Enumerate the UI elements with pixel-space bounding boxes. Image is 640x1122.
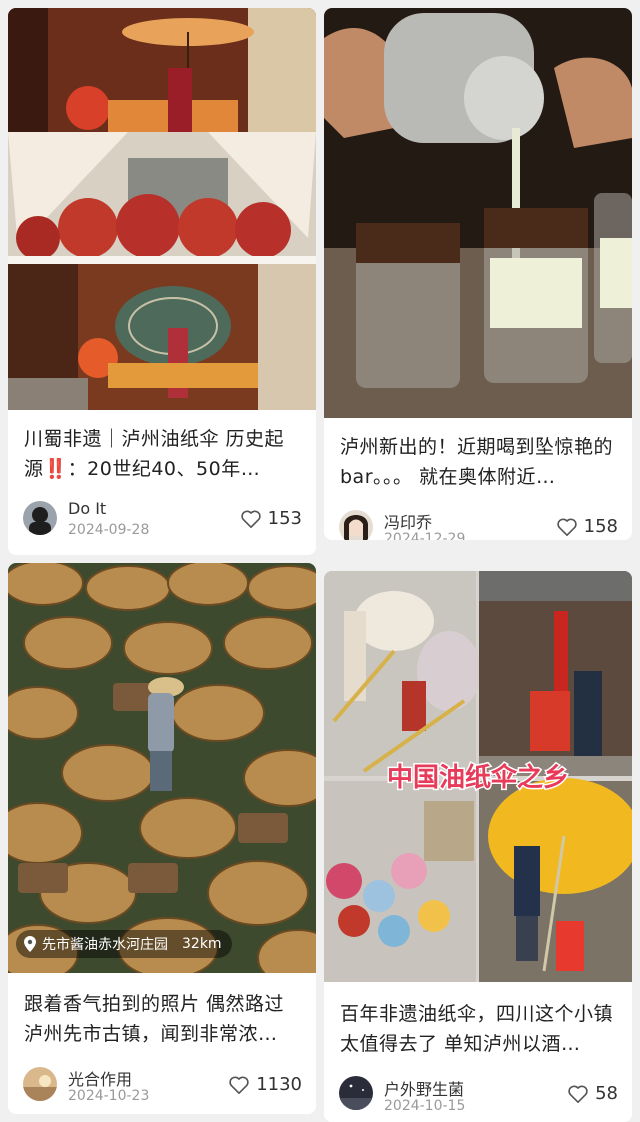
post-date: 2024-12-29 <box>384 531 466 540</box>
author-name[interactable]: 冯印乔 <box>384 509 432 533</box>
like-count: 58 <box>595 1083 618 1104</box>
post-title[interactable]: 跟着香气拍到的照片 偶然路过泸州先市古镇，闻到非常浓… <box>24 989 302 1049</box>
like-count: 153 <box>267 508 302 529</box>
author-name[interactable]: 光合作用 <box>68 1066 132 1090</box>
post-card[interactable]: 中国油纸伞之乡 百年非遗油纸伞，四川这个小镇太值得去了 单知泸州以酒… 户外野生… <box>324 571 632 1122</box>
avatar[interactable] <box>339 1076 373 1110</box>
author-name[interactable]: Do It <box>68 499 106 518</box>
post-image[interactable] <box>8 8 316 410</box>
like-button[interactable]: 58 <box>567 1083 618 1104</box>
post-image[interactable] <box>324 8 632 418</box>
like-button[interactable]: 158 <box>556 516 618 537</box>
like-button[interactable]: 1130 <box>228 1074 302 1095</box>
heart-icon <box>568 1085 588 1103</box>
post-card[interactable]: 川蜀非遗｜泸州油纸伞 历史起源‼️：20世纪40、50年… Do It 2024… <box>8 8 316 555</box>
location-distance: 32km <box>182 936 222 952</box>
post-date: 2024-09-28 <box>68 522 150 538</box>
post-date: 2024-10-15 <box>384 1098 466 1114</box>
avatar[interactable] <box>23 1067 57 1101</box>
avatar[interactable] <box>23 501 57 535</box>
post-image[interactable] <box>8 563 316 973</box>
post-card[interactable]: 先市酱油赤水河庄园 32km 跟着香气拍到的照片 偶然路过泸州先市古镇，闻到非常… <box>8 563 316 1114</box>
overlay-title: 中国油纸伞之乡 <box>387 762 569 793</box>
heart-icon <box>229 1076 249 1094</box>
heart-icon <box>556 518 577 536</box>
post-date: 2024-10-23 <box>68 1088 150 1104</box>
post-image[interactable]: 中国油纸伞之乡 <box>324 571 632 982</box>
post-title[interactable]: 川蜀非遗｜泸州油纸伞 历史起源‼️：20世纪40、50年… <box>24 424 302 484</box>
like-count: 1130 <box>256 1074 302 1095</box>
post-title[interactable]: 百年非遗油纸伞，四川这个小镇太值得去了 单知泸州以酒… <box>340 999 618 1059</box>
location-tag[interactable]: 先市酱油赤水河庄园 32km <box>16 930 232 958</box>
feed: 川蜀非遗｜泸州油纸伞 历史起源‼️：20世纪40、50年… Do It 2024… <box>0 0 640 1122</box>
location-pin-icon <box>24 936 36 952</box>
post-title[interactable]: 泸州新出的！近期喝到坠惊艳的bar。。。 就在奥体附近… <box>340 432 618 492</box>
like-count: 158 <box>583 516 618 537</box>
heart-icon <box>240 510 261 528</box>
post-card[interactable]: 泸州新出的！近期喝到坠惊艳的bar。。。 就在奥体附近… 冯印乔 2024-12… <box>324 8 632 540</box>
avatar[interactable] <box>339 510 373 540</box>
location-name: 先市酱油赤水河庄园 <box>42 937 168 953</box>
like-button[interactable]: 153 <box>240 508 302 529</box>
author-name[interactable]: 户外野生菌 <box>384 1076 464 1100</box>
